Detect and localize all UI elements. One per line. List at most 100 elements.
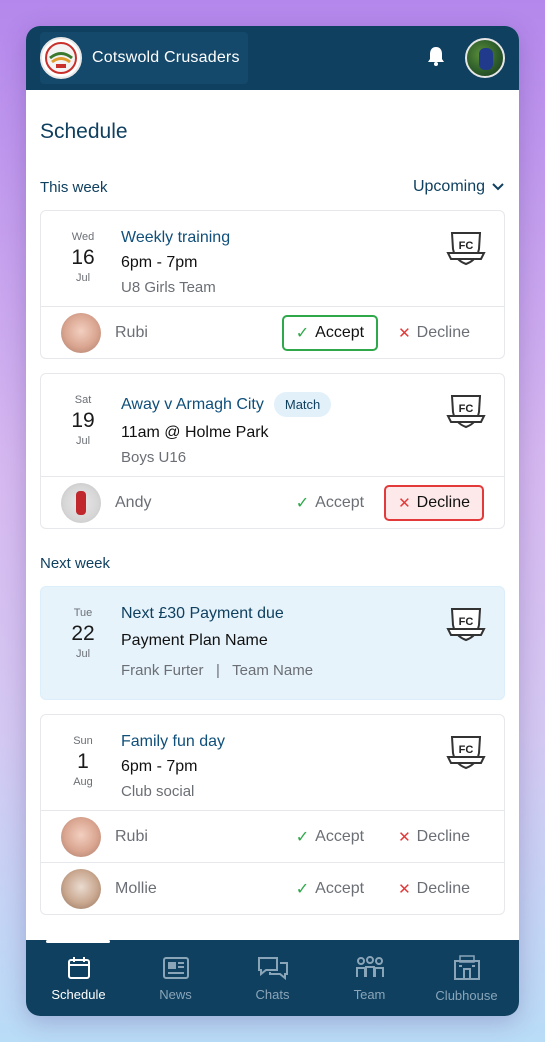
bottom-nav: Schedule News Chats Team Clubhouse	[26, 940, 519, 1016]
event-title: Family fun day	[121, 733, 226, 750]
close-icon: ✕	[398, 880, 411, 898]
calendar-icon	[67, 956, 90, 979]
match-tag: Match	[273, 392, 332, 417]
badge-text: FC	[459, 240, 474, 252]
club-name: Cotswold Crusaders	[92, 49, 240, 66]
event-date: Wed 16 Jul	[57, 225, 109, 296]
nav-team[interactable]: Team	[324, 955, 416, 1002]
chevron-down-icon	[492, 183, 504, 191]
app-window: Cotswold Crusaders Schedule This week Up…	[26, 26, 519, 1016]
decline-button[interactable]: ✕ Decline	[384, 819, 484, 855]
nav-clubhouse[interactable]: Clubhouse	[421, 954, 513, 1003]
event-month: Jul	[75, 435, 91, 447]
filter-label: Upcoming	[412, 178, 485, 195]
club-switcher[interactable]: Cotswold Crusaders	[40, 32, 248, 84]
chat-icon	[257, 956, 288, 980]
avatar	[61, 482, 101, 523]
check-icon: ✓	[295, 828, 310, 846]
event-day: 1	[77, 750, 89, 773]
response-row: Rubi ✓ Accept ✕ Decline	[41, 306, 504, 358]
accept-button[interactable]: ✓ Accept	[281, 314, 379, 351]
response-row: Mollie ✓ Accept ✕ Decline	[41, 862, 504, 914]
decline-button[interactable]: ✕ Decline	[384, 315, 484, 351]
payment-plan-name: Payment Plan Name	[121, 632, 268, 649]
avatar	[61, 868, 101, 909]
event-day: 19	[71, 409, 95, 432]
close-icon: ✕	[398, 324, 411, 342]
event-time: 6pm - 7pm	[121, 254, 198, 271]
bell-icon[interactable]	[425, 45, 447, 72]
section-title-this-week: This week	[40, 178, 108, 196]
event-month: Jul	[75, 272, 91, 284]
event-month: Aug	[73, 776, 93, 788]
close-icon: ✕	[398, 828, 411, 846]
decline-button[interactable]: ✕ Decline	[384, 484, 484, 521]
badge-text: FC	[459, 744, 474, 756]
event-time: 11am @ Holme Park	[121, 424, 269, 441]
badge-text: FC	[459, 616, 474, 628]
top-bar: Cotswold Crusaders	[26, 26, 519, 90]
nav-chats[interactable]: Chats	[227, 955, 319, 1002]
event-dow: Tue	[73, 607, 93, 619]
active-tab-indicator	[46, 940, 110, 943]
upcoming-filter-dropdown[interactable]: Upcoming	[413, 178, 505, 196]
team-badge-icon: FC	[446, 733, 486, 776]
nav-schedule[interactable]: Schedule	[33, 955, 125, 1002]
event-title: Weekly training	[121, 229, 231, 246]
page-title: Schedule	[40, 120, 128, 143]
avatar	[61, 816, 101, 857]
event-subtitle: Club social	[121, 783, 195, 800]
nav-label: Chats	[255, 986, 290, 1002]
payment-title: Next £30 Payment due	[121, 605, 284, 622]
clubhouse-icon	[453, 954, 480, 980]
team-badge-icon: FC	[446, 392, 486, 435]
accept-button[interactable]: ✓ Accept	[282, 819, 378, 855]
person-name: Rubi	[115, 323, 148, 341]
avatar	[61, 312, 101, 353]
team-icon	[355, 955, 384, 977]
badge-text: FC	[459, 403, 474, 415]
payment-meta: Frank Furter | Team Name	[121, 662, 314, 679]
check-icon: ✓	[295, 494, 310, 512]
response-row: Andy ✓ Accept ✕ Decline	[41, 476, 504, 528]
event-dow: Wed	[71, 231, 95, 243]
section-title-next-week: Next week	[40, 555, 111, 572]
person-name: Andy	[115, 493, 152, 511]
user-avatar[interactable]	[465, 38, 505, 78]
person-name: Mollie	[115, 879, 157, 897]
accept-button[interactable]: ✓ Accept	[282, 871, 378, 907]
check-icon: ✓	[295, 880, 310, 898]
club-crest-logo	[40, 37, 82, 79]
nav-label: News	[159, 986, 192, 1002]
event-dow: Sun	[73, 735, 93, 747]
event-title: Away v Armagh City	[121, 395, 264, 413]
team-badge-icon: FC	[446, 229, 486, 272]
nav-news[interactable]: News	[130, 955, 222, 1002]
person-name: Rubi	[115, 827, 148, 845]
event-card[interactable]: Sat 19 Jul Away v Armagh City Match 11am …	[40, 373, 505, 529]
event-date: Tue 22 Jul	[57, 601, 109, 679]
event-dow: Sat	[74, 394, 92, 406]
response-row: Rubi ✓ Accept ✕ Decline	[41, 810, 504, 862]
event-time: 6pm - 7pm	[121, 758, 198, 775]
event-month: Jul	[75, 648, 91, 660]
nav-label: Team	[353, 986, 386, 1002]
team-badge-icon: FC	[446, 605, 486, 648]
event-card[interactable]: Wed 16 Jul Weekly training 6pm - 7pm U8 …	[40, 210, 505, 359]
schedule-content: Schedule This week Upcoming Wed 16 Jul W…	[26, 90, 519, 940]
event-subtitle: Boys U16	[121, 449, 187, 466]
event-date: Sat 19 Jul	[57, 388, 109, 466]
event-day: 22	[71, 622, 95, 645]
close-icon: ✕	[398, 494, 411, 512]
nav-label: Schedule	[51, 986, 106, 1002]
event-date: Sun 1 Aug	[57, 729, 109, 800]
check-icon: ✓	[295, 324, 310, 342]
payment-card[interactable]: Tue 22 Jul Next £30 Payment due Payment …	[40, 586, 505, 700]
accept-button[interactable]: ✓ Accept	[282, 485, 378, 521]
decline-button[interactable]: ✕ Decline	[384, 871, 484, 907]
nav-label: Clubhouse	[435, 987, 498, 1003]
event-day: 16	[71, 246, 95, 269]
newspaper-icon	[162, 956, 189, 979]
event-card[interactable]: Sun 1 Aug Family fun day 6pm - 7pm Club …	[40, 714, 505, 915]
event-subtitle: U8 Girls Team	[121, 279, 216, 296]
